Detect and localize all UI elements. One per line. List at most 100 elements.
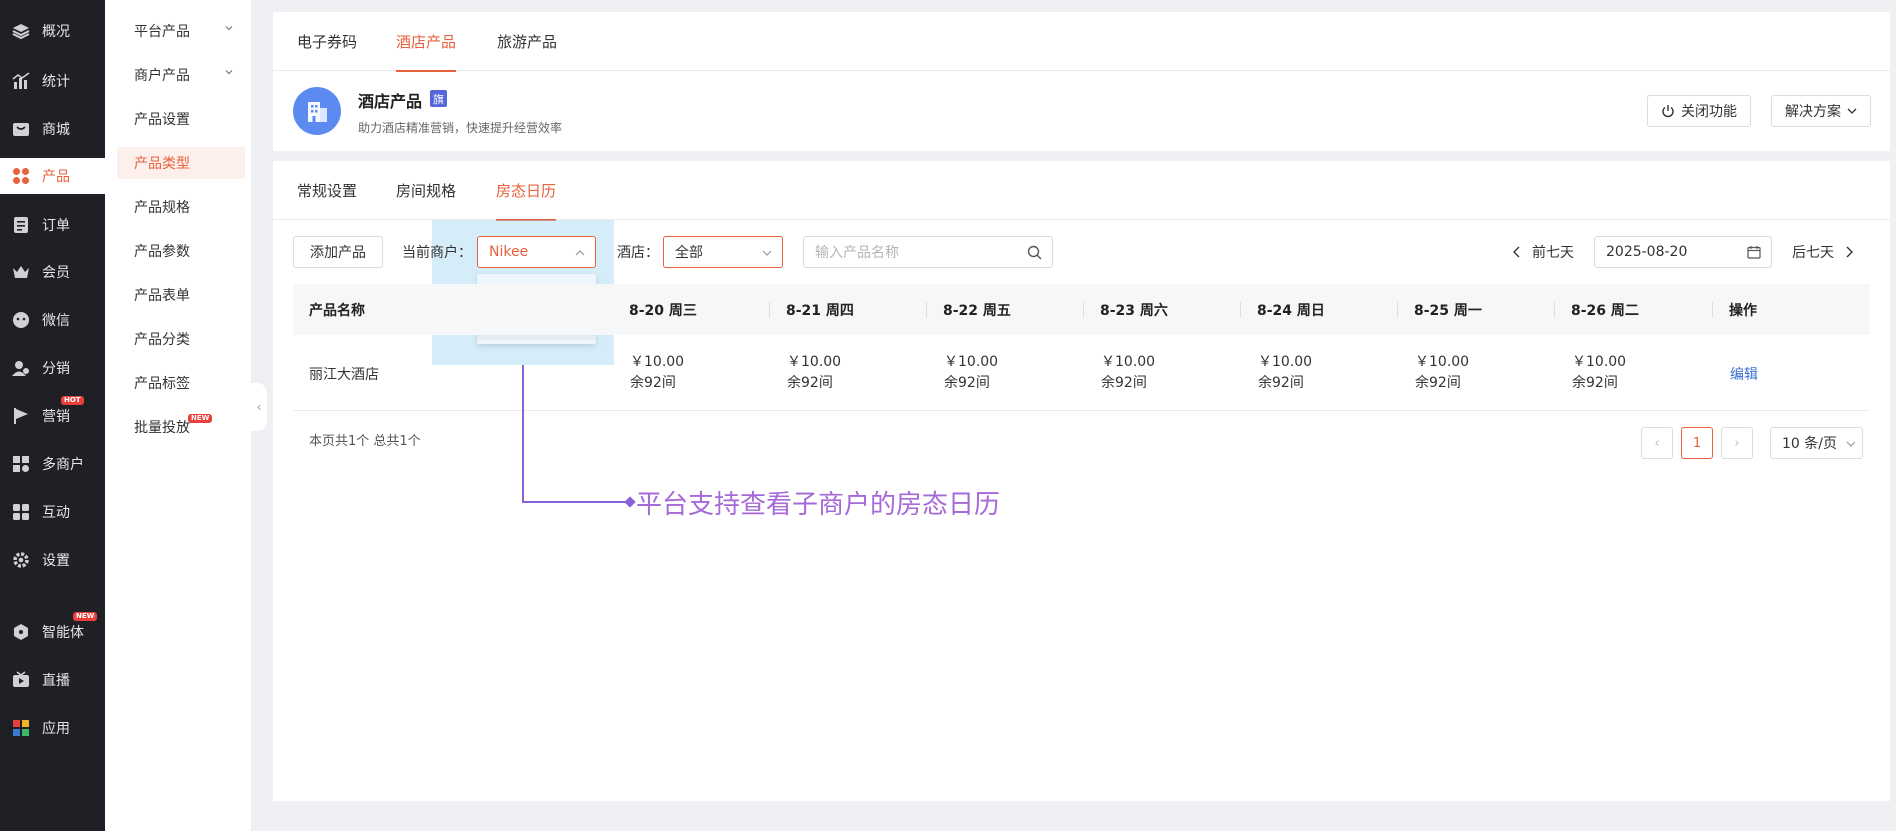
chevron-up-icon [575, 250, 585, 256]
column-header-action: 操作 [1729, 302, 1757, 319]
column-header-day-5: 8-24 周日 [1257, 302, 1325, 319]
merchant-label: 当前商户： [402, 245, 472, 261]
chevron-down-icon [1846, 441, 1856, 447]
power-icon [1662, 105, 1674, 118]
solution-dropdown-button[interactable]: 解决方案 [1771, 95, 1871, 127]
submenu-product-settings[interactable]: 产品设置 [117, 103, 245, 135]
tab-general-settings[interactable]: 常规设置 [297, 161, 357, 220]
next-page-button[interactable]: › [1721, 427, 1753, 459]
wechat-icon [12, 311, 30, 329]
submenu-product-params[interactable]: 产品参数 [117, 235, 245, 267]
order-icon [12, 216, 30, 234]
tab-room-spec[interactable]: 房间规格 [396, 161, 456, 220]
tab-e-voucher[interactable]: 电子券码 [297, 12, 357, 71]
submenu-product-spec[interactable]: 产品规格 [117, 191, 245, 223]
submenu-product-form[interactable]: 产品表单 [117, 279, 245, 311]
merchant-select[interactable]: Nikee [477, 236, 596, 268]
page-number-button[interactable]: 1 [1681, 427, 1713, 459]
nav-item-live[interactable]: 直播 [0, 662, 105, 698]
price-cell[interactable]: ￥10.00 余92间 [1572, 352, 1626, 394]
chevron-left-icon: ‹ [256, 400, 262, 414]
submenu-product-tags[interactable]: 产品标签 [117, 367, 245, 399]
column-header-product: 产品名称 [309, 302, 365, 319]
chevron-left-icon: ‹ [1654, 435, 1660, 451]
submenu-batch-delivery[interactable]: 批量投放 NEW [117, 411, 245, 443]
price-cell[interactable]: ￥10.00 余92间 [1415, 352, 1469, 394]
layers-icon [12, 22, 30, 40]
page-description: 助力酒店精准营销，快速提升经营效率 [358, 121, 563, 135]
annotation-connector [522, 501, 630, 503]
nav-item-stats[interactable]: 统计 [0, 63, 105, 99]
column-header-day-4: 8-23 周六 [1100, 302, 1168, 319]
price-cell[interactable]: ￥10.00 余92间 [1258, 352, 1312, 394]
nav-item-orders[interactable]: 订单 [0, 207, 105, 243]
chevron-down-icon [225, 26, 233, 31]
nav-item-apps[interactable]: 应用 [0, 710, 105, 746]
table-row: 丽江大酒店 ￥10.00 余92间 ￥10.00 余92间 ￥10.00 余92间 ￥… [293, 335, 1870, 411]
tab-travel-product[interactable]: 旅游产品 [497, 12, 557, 71]
nav-item-agent[interactable]: 智能体 NEW [0, 612, 105, 650]
hotel-product-header-card: 电子券码 酒店产品 旅游产品 酒店产品 旗 助力酒店精准营销，快速提升经营效率 … [273, 12, 1890, 151]
shop-icon [12, 120, 30, 138]
chevron-down-icon [1847, 108, 1857, 114]
annotation-connector [522, 365, 524, 503]
price-cell[interactable]: ￥10.00 余92间 [787, 352, 841, 394]
hotel-select[interactable]: 全部 [663, 236, 783, 268]
nav-item-wechat[interactable]: 微信 [0, 302, 105, 338]
price-cell[interactable]: ￥10.00 余92间 [630, 352, 684, 394]
product-category-tabs: 电子券码 酒店产品 旅游产品 [273, 12, 1890, 72]
prev-week-button[interactable]: 前七天 [1512, 242, 1574, 262]
hotel-label: 酒店： [617, 245, 659, 261]
submenu-merchant-product[interactable]: 商户产品 [117, 59, 245, 91]
column-header-day-6: 8-25 周一 [1414, 302, 1482, 319]
tab-hotel-product[interactable]: 酒店产品 [396, 12, 457, 72]
price-cell[interactable]: ￥10.00 余92间 [944, 352, 998, 394]
apps-icon [12, 503, 30, 521]
submenu-product-type[interactable]: 产品类型 [117, 147, 245, 179]
new-badge: NEW [73, 612, 98, 621]
search-icon[interactable] [1027, 245, 1042, 260]
collapse-submenu-toggle[interactable]: ‹ [251, 383, 267, 431]
users-icon [12, 359, 30, 377]
gear-icon [12, 551, 30, 569]
cube-icon [12, 623, 30, 641]
nav-item-product[interactable]: 产品 [0, 158, 105, 194]
submenu-platform-product[interactable]: 平台产品 [117, 15, 245, 47]
product-search-input[interactable]: 输入产品名称 [803, 236, 1053, 268]
calendar-icon [1747, 246, 1761, 259]
nav-item-settings[interactable]: 设置 [0, 542, 105, 578]
close-feature-button[interactable]: 关闭功能 [1647, 95, 1751, 127]
crown-icon [12, 263, 30, 281]
calendar-table-header: 产品名称 8-20 周三 8-21 周四 8-22 周五 8-23 周六 8-2… [293, 284, 1870, 335]
prev-page-button[interactable]: ‹ [1641, 427, 1673, 459]
page-title: 酒店产品 [358, 92, 423, 111]
column-divider [926, 302, 927, 318]
chevron-down-icon [762, 250, 772, 256]
annotation-text: 平台支持查看子商户的房态日历 [636, 490, 1001, 520]
app-grid-icon [12, 719, 30, 737]
flagship-badge: 旗 [430, 90, 447, 107]
nav-item-marketing[interactable]: 营销 HOT [0, 396, 105, 434]
date-picker[interactable]: 2025-08-20 [1594, 236, 1772, 268]
store-icon [12, 455, 30, 473]
nav-item-multi-merchant[interactable]: 多商户 [0, 446, 105, 482]
submenu-product-category[interactable]: 产品分类 [117, 323, 245, 355]
column-header-day-3: 8-22 周五 [943, 302, 1011, 319]
grid-icon [12, 167, 30, 185]
flag-icon [12, 407, 30, 425]
hotel-settings-tabs: 常规设置 房间规格 房态日历 [273, 161, 1890, 221]
price-cell[interactable]: ￥10.00 余92间 [1101, 352, 1155, 394]
nav-item-interaction[interactable]: 互动 [0, 494, 105, 530]
next-week-button[interactable]: 后七天 [1792, 242, 1854, 262]
nav-item-mall[interactable]: 商城 [0, 111, 105, 147]
column-divider [769, 302, 770, 318]
nav-item-members[interactable]: 会员 [0, 254, 105, 290]
nav-item-overview[interactable]: 概况 [0, 13, 105, 49]
chevron-left-icon [1513, 246, 1520, 258]
column-divider [1397, 302, 1398, 318]
add-product-button[interactable]: 添加产品 [293, 236, 383, 268]
edit-link[interactable]: 编辑 [1730, 364, 1758, 384]
nav-item-distribution[interactable]: 分销 [0, 350, 105, 386]
page-size-select[interactable]: 10 条/页 [1770, 427, 1863, 459]
tab-room-calendar[interactable]: 房态日历 [496, 161, 557, 221]
